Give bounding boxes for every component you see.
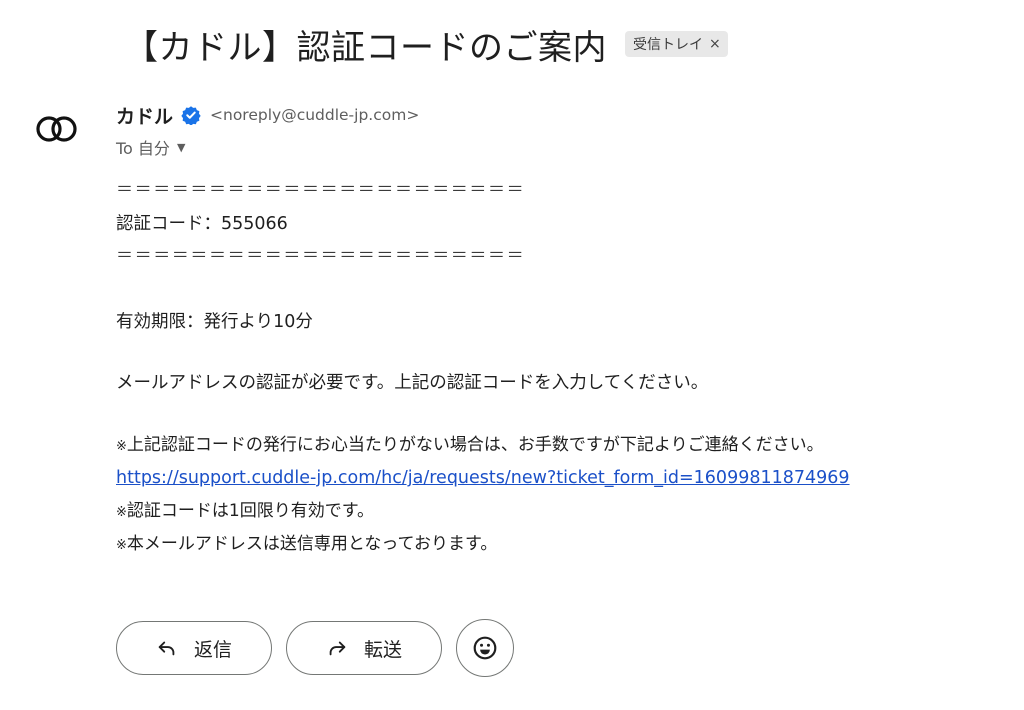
reply-button[interactable]: 返信 bbox=[116, 621, 272, 675]
note-line-3: ※本メールアドレスは送信専用となっております。 bbox=[116, 532, 497, 558]
forward-label: 転送 bbox=[363, 638, 402, 661]
note-line-1: ※上記認証コードの発行にお心当たりがない場合は、お手数ですが下記よりご連絡くださ… bbox=[116, 433, 824, 459]
note-mark: ※ bbox=[116, 538, 127, 553]
sender-email: <noreply@cuddle-jp.com> bbox=[210, 106, 420, 124]
reply-arrow-icon bbox=[158, 641, 175, 656]
inbox-label-text: 受信トレイ bbox=[633, 37, 703, 53]
verified-badge-icon bbox=[181, 106, 201, 125]
note-mark: ※ bbox=[116, 505, 127, 520]
remove-label-icon[interactable]: × bbox=[709, 36, 721, 52]
divider-rule-top: ＝＝＝＝＝＝＝＝＝＝＝＝＝＝＝＝＝＝＝＝＝＝ bbox=[116, 180, 526, 200]
recipient-text: To 自分 bbox=[116, 139, 170, 158]
inbox-label-chip[interactable]: 受信トレイ × bbox=[625, 31, 728, 57]
support-link[interactable]: https://support.cuddle-jp.com/hc/ja/requ… bbox=[116, 466, 850, 490]
note-mark: ※ bbox=[116, 439, 127, 454]
emoji-reaction-button[interactable] bbox=[456, 619, 514, 677]
subject-row: 【カドル】認証コードのご案内 受信トレイ × bbox=[124, 16, 728, 72]
note-line-2: ※認証コードは1回限り有効です。 bbox=[116, 499, 374, 525]
note-2-text: 認証コードは1回限り有効です。 bbox=[126, 501, 375, 521]
email-subject: 【カドル】認証コードのご案内 bbox=[124, 27, 607, 68]
smiley-emoji-icon bbox=[473, 636, 497, 660]
recipient-details-toggle[interactable]: To 自分 ▼ bbox=[116, 135, 185, 159]
note-3-text: 本メールアドレスは送信専用となっております。 bbox=[126, 534, 498, 554]
caret-down-icon[interactable]: ▼ bbox=[177, 141, 185, 154]
sender-row: カドル <noreply@cuddle-jp.com> bbox=[116, 102, 419, 128]
divider-rule-bottom: ＝＝＝＝＝＝＝＝＝＝＝＝＝＝＝＝＝＝＝＝＝＝ bbox=[116, 246, 526, 266]
sender-name[interactable]: カドル bbox=[116, 102, 173, 129]
instruction-line: メールアドレスの認証が必要です。上記の認証コードを入力してください。 bbox=[116, 373, 709, 393]
message-actions: 返信 転送 bbox=[116, 619, 514, 677]
reply-label: 返信 bbox=[193, 638, 232, 661]
verification-code-line: 認証コード：555066 bbox=[116, 214, 288, 234]
forward-button[interactable]: 転送 bbox=[286, 621, 442, 675]
note-1-text: 上記認証コードの発行にお心当たりがない場合は、お手数ですが下記よりご連絡ください… bbox=[126, 435, 824, 455]
expiry-line: 有効期限：発行より10分 bbox=[116, 312, 313, 332]
forward-arrow-icon bbox=[329, 641, 346, 656]
sender-avatar-rings-icon bbox=[36, 116, 77, 142]
